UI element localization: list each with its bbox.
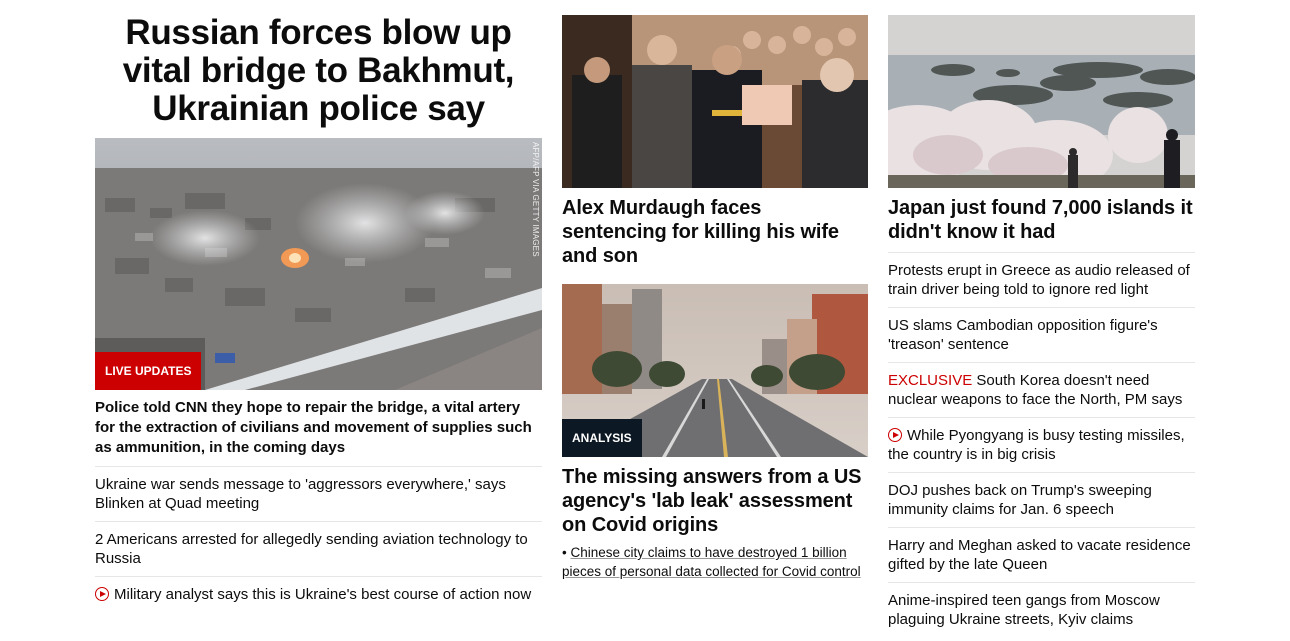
lab-leak-headline[interactable]: The missing answers from a US agency's '… [562,465,868,537]
lead-summary[interactable]: Police told CNN they hope to repair the … [95,398,542,467]
related-video-link[interactable]: Military analyst says this is Ukraine's … [95,577,542,612]
exclusive-label: EXCLUSIVE [888,372,973,389]
live-updates-badge: LIVE UPDATES [95,352,202,390]
analysis-badge: ANALYSIS [562,419,642,457]
lead-image[interactable]: AFP/AFP VIA GETTY IMAGES LIVE UPDATES [95,138,542,390]
headline-video-link[interactable]: While Pyongyang is busy testing missiles… [888,418,1195,473]
headline-link[interactable]: Harry and Meghan asked to vacate residen… [888,528,1195,583]
islands-photo [888,15,1195,188]
chinese-data-link[interactable]: • Chinese city claims to have destroyed … [562,543,868,581]
courtroom-photo [562,15,868,188]
sub-link-text: Chinese city claims to have destroyed 1 … [562,545,861,579]
right-column: Japan just found 7,000 islands it didn't… [888,15,1195,637]
related-link[interactable]: 2 Americans arrested for allegedly sendi… [95,522,542,577]
middle-column: Alex Murdaugh faces sentencing for killi… [562,15,868,581]
headline-link[interactable]: DOJ pushes back on Trump's sweeping immu… [888,473,1195,528]
play-icon [888,428,902,442]
bullet: • [562,545,567,560]
image-credit: AFP/AFP VIA GETTY IMAGES [531,142,540,257]
japan-islands-headline[interactable]: Japan just found 7,000 islands it didn't… [888,196,1195,253]
related-link[interactable]: Ukraine war sends message to 'aggressors… [95,467,542,522]
lead-story: Russian forces blow up vital bridge to B… [95,14,542,612]
play-icon [95,587,109,601]
headline-link[interactable]: US slams Cambodian opposition figure's '… [888,308,1195,363]
headline-link[interactable]: Protests erupt in Greece as audio releas… [888,253,1195,308]
murdaugh-headline[interactable]: Alex Murdaugh faces sentencing for killi… [562,196,868,268]
murdaugh-image[interactable] [562,15,868,188]
headline-link[interactable]: EXCLUSIVE South Korea doesn't need nucle… [888,363,1195,418]
covid-image[interactable]: ANALYSIS [562,284,868,457]
related-link-text: Military analyst says this is Ukraine's … [114,586,532,603]
japan-islands-image[interactable] [888,15,1195,188]
headline-text: While Pyongyang is busy testing missiles… [888,427,1185,463]
lead-headline[interactable]: Russian forces blow up vital bridge to B… [95,14,542,128]
headline-link[interactable]: Anime-inspired teen gangs from Moscow pl… [888,583,1195,637]
